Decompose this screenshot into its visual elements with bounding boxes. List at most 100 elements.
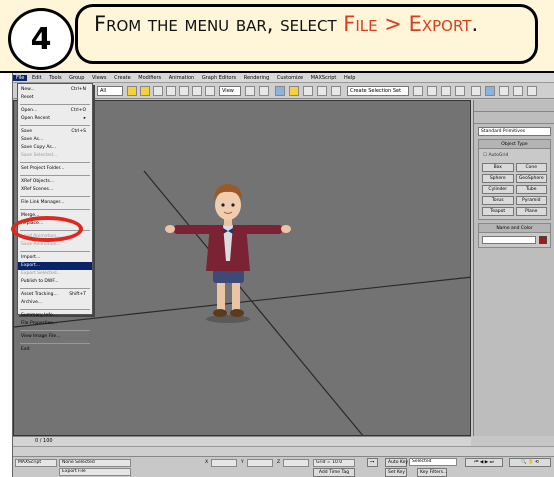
add-time-tag-button[interactable]: Add Time Tag [313, 468, 355, 477]
layer-manager-icon[interactable] [441, 86, 451, 96]
menu-item-xref-objects[interactable]: XRef Objects... [18, 178, 92, 186]
menu-item-view-image-file[interactable]: View Image File... [18, 333, 92, 341]
rectangle-region-icon[interactable] [166, 86, 176, 96]
plane-button[interactable]: Plane [515, 207, 547, 216]
menu-item-open-recent[interactable]: Open Recent ▸ [18, 115, 92, 123]
sphere-button[interactable]: Sphere [482, 174, 514, 183]
geosphere-button[interactable]: GeoSphere [515, 174, 547, 183]
menu-separator [20, 307, 90, 310]
boy-character-model[interactable] [165, 184, 291, 323]
command-panel-tabs[interactable] [474, 100, 554, 112]
select-manipulate-icon[interactable] [259, 86, 269, 96]
tube-button[interactable]: Tube [515, 185, 547, 194]
time-slider[interactable]: 0 / 100 [13, 436, 471, 446]
rotate-icon[interactable] [192, 86, 202, 96]
reference-coordinate-dropdown[interactable]: View [219, 86, 241, 96]
menu-rendering[interactable]: Rendering [241, 75, 273, 81]
auto-key-mode-dropdown[interactable]: Selected [409, 458, 457, 466]
percent-snap-icon[interactable] [303, 86, 313, 96]
menu-item-set-project-folder[interactable]: Set Project Folder... [18, 165, 92, 173]
menu-separator [20, 160, 90, 163]
menu-item-save[interactable]: Save Ctrl+S [18, 128, 92, 136]
set-key-button[interactable]: Set Key [385, 468, 407, 477]
object-name-input[interactable] [482, 236, 536, 244]
material-editor-icon[interactable] [485, 86, 495, 96]
menu-item-reset[interactable]: Reset [18, 94, 92, 102]
menu-item-publish-to-dwf[interactable]: Publish to DWF... [18, 278, 92, 286]
reference-coordinate-value: View [222, 88, 234, 94]
menu-modifiers[interactable]: Modifiers [135, 75, 164, 81]
menu-item-import[interactable]: Import... [18, 254, 92, 262]
menu-item-file-link-manager[interactable]: File Link Manager... [18, 199, 92, 207]
menu-edit[interactable]: Edit [29, 75, 45, 81]
select-by-name-icon[interactable] [153, 86, 163, 96]
menu-item-save-copy-as[interactable]: Save Copy As... [18, 144, 92, 152]
menu-group[interactable]: Group [66, 75, 87, 81]
create-category-icons[interactable] [474, 112, 554, 124]
primitive-type-dropdown[interactable]: Standard Primitives [478, 127, 551, 136]
menu-item-save-selected[interactable]: Save Selected... [18, 152, 92, 160]
playback-controls[interactable]: ⏮ ◀ ▶ ⏭ [465, 458, 503, 467]
menu-item-exit[interactable]: Exit [18, 346, 92, 354]
key-filters-button[interactable]: Key Filters... [417, 468, 447, 477]
torus-button[interactable]: Torus [482, 196, 514, 205]
selection-filter-dropdown[interactable]: All [97, 86, 123, 96]
pivot-icon[interactable] [245, 86, 255, 96]
name-color-title[interactable]: Name and Color [479, 224, 550, 233]
snap-toggle-icon[interactable] [275, 86, 285, 96]
menu-item-file-properties[interactable]: File Properties... [18, 320, 92, 328]
select-link-icon[interactable] [127, 86, 137, 96]
z-coord-field[interactable] [283, 459, 309, 467]
mirror-icon[interactable] [413, 86, 423, 96]
menu-item-export-selected[interactable]: Export Selected... [18, 270, 92, 278]
menu-animation[interactable]: Animation [166, 75, 198, 81]
menu-item-asset-tracking[interactable]: Asset Tracking... Shift+T [18, 291, 92, 299]
box-button[interactable]: Box [482, 163, 514, 172]
menu-item-label: Save Selected... [21, 153, 58, 158]
quick-render-icon[interactable] [527, 86, 537, 96]
x-coord-field[interactable] [211, 459, 237, 467]
menu-item-open[interactable]: Open... Ctrl+O [18, 107, 92, 115]
cylinder-button[interactable]: Cylinder [482, 185, 514, 194]
key-mode-icon[interactable]: ⊶ [367, 458, 378, 467]
object-color-swatch[interactable] [539, 236, 547, 244]
menu-views[interactable]: Views [89, 75, 109, 81]
menu-item-archive[interactable]: Archive... [18, 299, 92, 307]
cone-button[interactable]: Cone [515, 163, 547, 172]
menu-item-new[interactable]: New... Ctrl+N [18, 86, 92, 94]
object-type-title[interactable]: Object Type [479, 140, 550, 149]
schematic-view-icon[interactable] [471, 86, 481, 96]
teapot-button[interactable]: Teapot [482, 207, 514, 216]
autogrid-checkbox[interactable]: ☐ AutoGrid [479, 149, 550, 160]
render-setup-icon[interactable] [499, 86, 509, 96]
menu-tools[interactable]: Tools [46, 75, 64, 81]
scale-icon[interactable] [205, 86, 215, 96]
track-bar[interactable] [13, 446, 554, 456]
named-selection-icon[interactable] [331, 86, 341, 96]
angle-snap-icon[interactable] [289, 86, 299, 96]
menu-item-save-as[interactable]: Save As... [18, 136, 92, 144]
spinner-snap-icon[interactable] [317, 86, 327, 96]
menu-help[interactable]: Help [341, 75, 358, 81]
pyramid-button[interactable]: Pyramid [515, 196, 547, 205]
menu-customize[interactable]: Customize [274, 75, 306, 81]
named-selection-dropdown[interactable]: Create Selection Set [347, 86, 409, 96]
menu-item-save-animation[interactable]: Save Animation... [18, 241, 92, 249]
move-icon[interactable] [179, 86, 189, 96]
menu-item-xref-scenes[interactable]: XRef Scenes... [18, 186, 92, 194]
menu-file[interactable]: File [13, 75, 28, 81]
menu-separator [20, 123, 90, 126]
auto-key-button[interactable]: Auto Key [385, 458, 408, 467]
menu-maxscript[interactable]: MAXScript [308, 75, 340, 81]
y-coord-field[interactable] [247, 459, 273, 467]
curve-editor-icon[interactable] [455, 86, 465, 96]
render-frame-icon[interactable] [513, 86, 523, 96]
menu-item-summary-info[interactable]: Summary Info... [18, 312, 92, 320]
menu-create[interactable]: Create [111, 75, 134, 81]
align-icon[interactable] [427, 86, 437, 96]
select-object-icon[interactable] [140, 86, 150, 96]
menu-item-export[interactable]: Export... [18, 262, 92, 270]
maxscript-listener[interactable]: MAXScript [15, 459, 57, 467]
viewport-navigation-controls[interactable]: 🔍 ✋ ⟲ [509, 458, 551, 467]
menu-graph-editors[interactable]: Graph Editors [199, 75, 239, 81]
